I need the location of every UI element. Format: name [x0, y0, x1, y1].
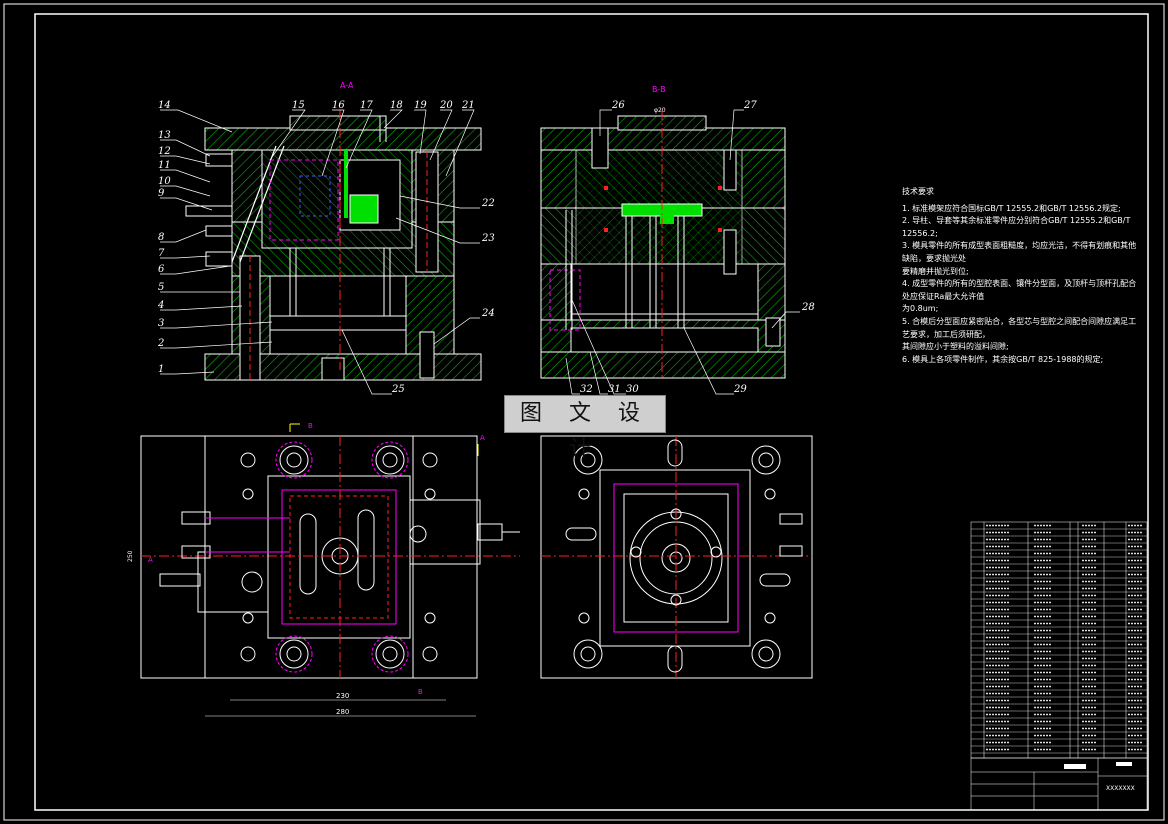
- dim-230: 230: [336, 692, 349, 700]
- section-aa-view: A-A: [185, 81, 482, 381]
- part-no-19: 19: [414, 100, 427, 111]
- part-no-6: 6: [158, 264, 165, 275]
- tech-note-2: 2. 导柱、导套等其余标准零件应分别符合GB/T 12555.2和GB/T 12…: [902, 216, 1131, 238]
- part-no-1: 1: [158, 364, 164, 375]
- dim-250: 250: [127, 550, 134, 562]
- part-no-23: 23: [481, 233, 495, 244]
- part-no-14: 14: [158, 100, 171, 111]
- tb-bar-1: [1064, 764, 1086, 769]
- part-no-9: 9: [158, 188, 165, 199]
- section-aa-label: A-A: [340, 81, 354, 90]
- watermark: 图 文 设 计: [504, 395, 666, 462]
- part-no-22: 22: [481, 198, 495, 209]
- part-no-30: 30: [626, 384, 639, 395]
- part-no-13: 13: [158, 130, 171, 141]
- dim-phi20: φ20: [654, 107, 666, 114]
- part-no-8: 8: [158, 232, 164, 243]
- part-no-27: 27: [743, 100, 757, 111]
- part-no-4: 4: [157, 300, 164, 311]
- part-no-5: 5: [158, 282, 164, 293]
- part-no-16: 16: [332, 100, 345, 111]
- part-no-17: 17: [360, 100, 373, 111]
- view-label-a-left: A: [148, 556, 153, 564]
- part-no-20: 20: [439, 100, 453, 111]
- view-label-a-right: A: [480, 434, 485, 442]
- part-no-10: 10: [158, 176, 171, 187]
- tech-notes-title: 技术要求: [902, 187, 934, 196]
- part-no-2: 2: [157, 338, 164, 349]
- part-no-12: 12: [158, 146, 171, 157]
- drawing-number: XXXXXXX: [1106, 785, 1135, 792]
- tech-note-6: 6. 模具上各项零件制作，其余按GB/T 825-1988的规定;: [902, 354, 1104, 364]
- part-no-3: 3: [158, 318, 164, 329]
- part-no-18: 18: [390, 100, 403, 111]
- technical-requirements: 技术要求 1. 标准模架应符合国标GB/T 12555.2和GB/T 12556…: [902, 186, 1142, 366]
- bom-table: [970, 521, 1148, 759]
- tb-bar-2: [1116, 762, 1132, 766]
- tech-note-5b: 其间隙应小于塑料的溢料间隙;: [902, 342, 1009, 352]
- tech-note-5: 5. 合模后分型面应紧密贴合，各型芯与型腔之间配合间隙应满足工艺要求，加工后须研…: [902, 316, 1137, 339]
- part-no-29: 29: [733, 384, 747, 395]
- part-no-15: 15: [292, 100, 305, 111]
- part-no-11: 11: [158, 160, 171, 171]
- section-bb-view: B-B φ20: [540, 85, 786, 380]
- part-no-32: 32: [580, 384, 593, 395]
- part-no-24: 24: [481, 308, 495, 319]
- tech-note-4: 4. 成型零件的所有的型腔表面、镶件分型面，及顶杆与顶杆孔配合处应保证Ra最大允…: [902, 279, 1137, 301]
- part-no-28: 28: [801, 302, 815, 313]
- tech-note-4b: 为0.8um;: [902, 304, 939, 314]
- part-no-26: 26: [611, 100, 625, 111]
- part-no-7: 7: [158, 248, 165, 259]
- view-label-b-top: B: [308, 422, 313, 430]
- part-no-25: 25: [391, 384, 405, 395]
- plan-view-fixed-half: 230 280 250 B B A A: [127, 422, 520, 717]
- part-no-21: 21: [461, 100, 475, 111]
- tech-note-3: 3. 模具零件的所有成型表面粗糙度，均应光洁，不得有划痕和其他缺陷，要求抛光处: [902, 241, 1137, 263]
- dim-280: 280: [336, 708, 349, 716]
- tech-note-3b: 要精磨并抛光到位;: [902, 266, 969, 276]
- tech-note-1: 1. 标准模架应符合国标GB/T 12555.2和GB/T 12556.2规定;: [902, 203, 1121, 213]
- plan-view-moving-half: [540, 435, 813, 679]
- view-label-b-bottom: B: [418, 688, 423, 696]
- section-bb-label: B-B: [652, 85, 666, 94]
